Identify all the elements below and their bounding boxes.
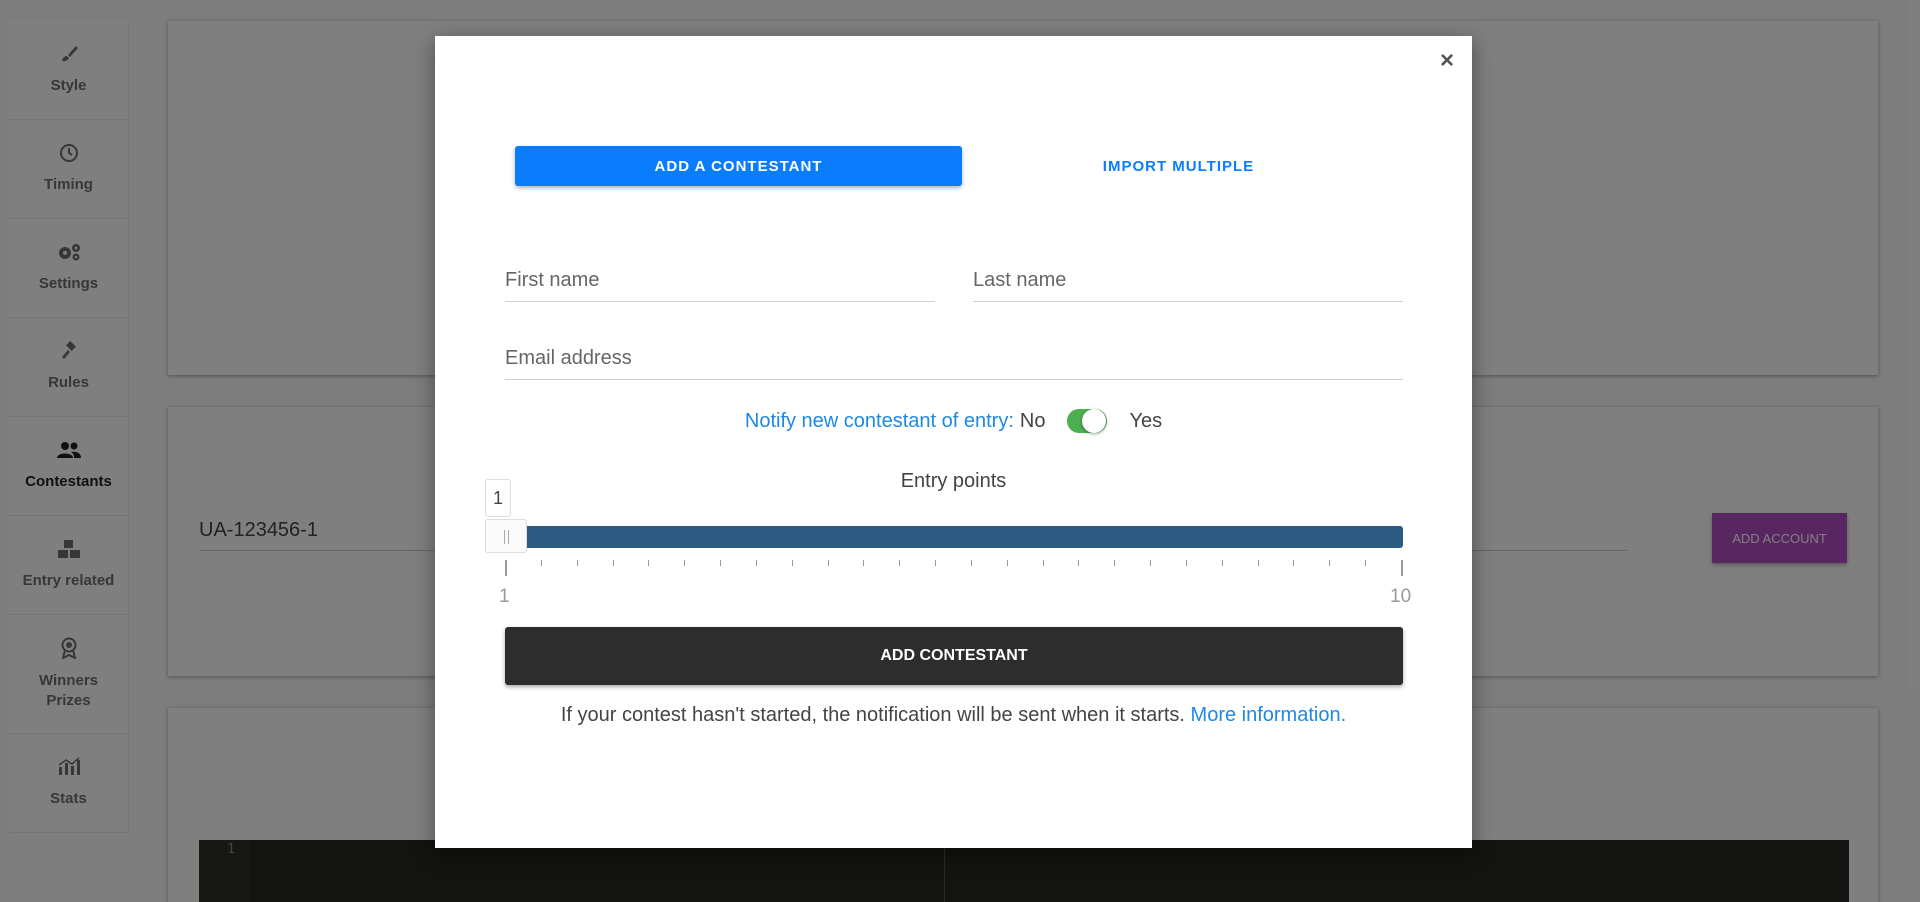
tab-add-contestant[interactable]: ADD A CONTESTANT [515, 146, 962, 186]
slider-tick [828, 560, 829, 566]
slider-tick [577, 560, 578, 566]
tab-import-multiple[interactable]: IMPORT MULTIPLE [955, 146, 1402, 186]
handle-grip [504, 530, 505, 544]
slider-tick [1293, 560, 1294, 566]
slider-min-label: 1 [499, 586, 510, 607]
add-contestant-modal: × ADD A CONTESTANT IMPORT MULTIPLE Notif… [435, 36, 1472, 848]
slider-value-tooltip: 1 [485, 479, 511, 517]
slider-tick [971, 560, 972, 566]
slider-tick [792, 560, 793, 566]
notify-yes-label: Yes [1129, 409, 1163, 432]
notify-label: Notify new contestant of entry: [744, 409, 1014, 432]
entry-points-slider-track[interactable] [505, 526, 1403, 548]
slider-ticks [505, 560, 1403, 580]
slider-tick [1258, 560, 1259, 566]
close-icon[interactable]: × [1440, 46, 1454, 76]
slider-tick [1365, 560, 1366, 566]
slider-tick [1222, 560, 1223, 566]
slider-tick [1078, 560, 1079, 566]
notify-toggle[interactable] [1067, 409, 1108, 433]
slider-tick [1150, 560, 1151, 566]
toggle-knob[interactable] [1082, 409, 1107, 433]
notify-row: Notify new contestant of entry: No Yes [435, 409, 1472, 433]
email-field[interactable] [505, 338, 1403, 380]
slider-tick [1401, 560, 1403, 576]
slider-tick [613, 560, 614, 566]
first-name-field[interactable] [505, 260, 935, 302]
slider-tick [1329, 560, 1330, 566]
slider-tick [1007, 560, 1008, 566]
slider-tick [648, 560, 649, 566]
last-name-field[interactable] [973, 260, 1403, 302]
slider-tick [756, 560, 757, 566]
add-contestant-button[interactable]: ADD CONTESTANT [505, 627, 1403, 685]
slider-tick [720, 560, 721, 566]
slider-tick [935, 560, 936, 566]
entry-points-slider-handle[interactable] [485, 519, 527, 553]
slider-tick [863, 560, 864, 566]
footnote-text: If your contest hasn't started, the noti… [560, 704, 1191, 726]
slider-tick [684, 560, 685, 566]
slider-tick [505, 560, 507, 576]
handle-grip [508, 530, 509, 544]
notification-footnote: If your contest hasn't started, the noti… [435, 704, 1472, 727]
slider-tick [1043, 560, 1044, 566]
notify-no-label: No [1019, 409, 1046, 432]
slider-tick [1114, 560, 1115, 566]
slider-tick [1186, 560, 1187, 566]
entry-points-label: Entry points [900, 470, 1007, 492]
slider-tick [541, 560, 542, 566]
slider-max-label: 10 [1390, 586, 1412, 607]
more-information-link[interactable]: More information. [1191, 704, 1347, 726]
slider-tick [899, 560, 900, 566]
